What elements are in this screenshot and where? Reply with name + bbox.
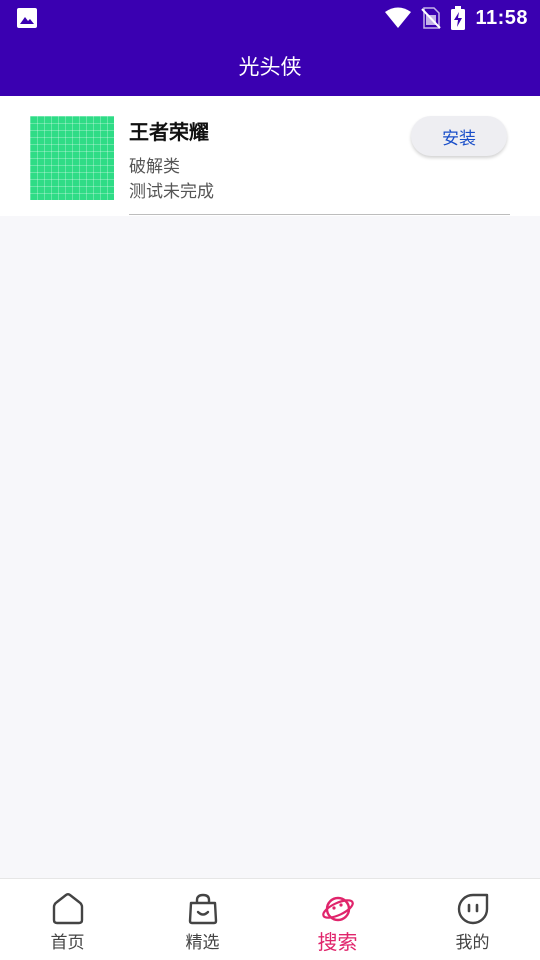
app-status: 测试未完成 [129, 182, 214, 202]
wifi-icon [385, 7, 412, 28]
app-thumbnail [30, 116, 114, 200]
content-area: 王者荣耀 破解类 测试未完成 安装 [0, 96, 540, 878]
app-category: 破解类 [129, 157, 180, 177]
status-time: 11:58 [475, 6, 528, 29]
nav-item-search[interactable]: 搜索 [270, 879, 405, 960]
nav-item-featured[interactable]: 精选 [135, 879, 270, 960]
nav-label-featured: 精选 [185, 933, 220, 953]
nav-label-mine: 我的 [455, 933, 490, 953]
face-icon [457, 893, 488, 925]
page-title: 光头侠 [238, 55, 302, 79]
list-item[interactable]: 王者荣耀 破解类 测试未完成 安装 [0, 96, 540, 216]
divider [129, 214, 510, 215]
install-button[interactable]: 安装 [411, 116, 507, 156]
image-icon [17, 8, 37, 28]
nav-item-mine[interactable]: 我的 [405, 879, 540, 960]
battery-charging-icon [451, 6, 466, 30]
nav-label-search: 搜索 [317, 930, 358, 954]
bottom-nav: 首页 精选 搜索 我的 [0, 878, 540, 960]
planet-icon [321, 896, 354, 922]
app-name: 王者荣耀 [129, 120, 209, 144]
status-bar: 11:58 [0, 0, 540, 36]
nav-label-home: 首页 [50, 933, 85, 953]
nav-item-home[interactable]: 首页 [0, 879, 135, 960]
no-sim-icon [421, 7, 442, 29]
shopping-bag-icon [188, 893, 217, 925]
app-bar: 光头侠 [0, 36, 540, 96]
home-icon [52, 893, 83, 925]
